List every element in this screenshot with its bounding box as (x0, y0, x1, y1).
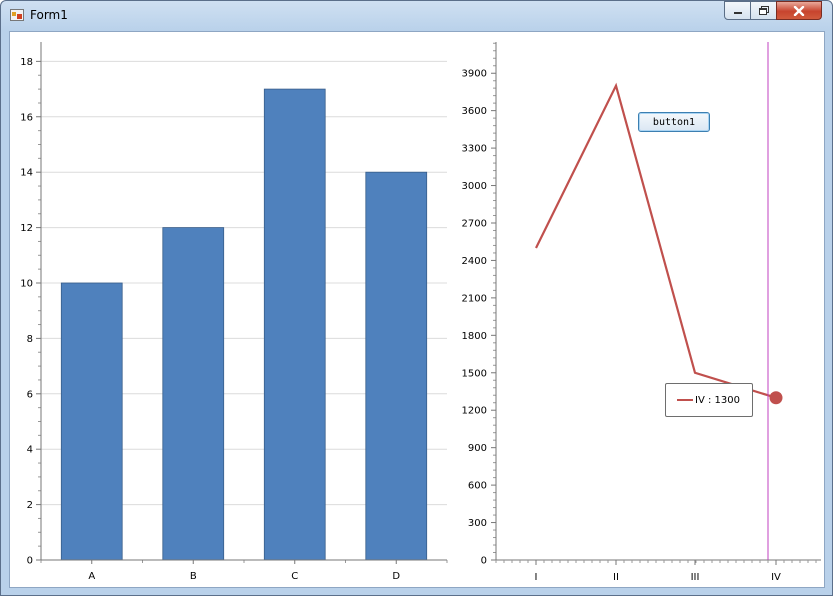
window-title: Form1 (30, 8, 68, 22)
y-tick-label: 2100 (462, 293, 487, 304)
y-tick-label: 2 (27, 500, 33, 511)
y-tick-label: 0 (27, 556, 33, 567)
x-tick-label: IV (771, 572, 781, 583)
x-tick-label: I (535, 572, 538, 583)
y-tick-label: 1500 (462, 368, 487, 379)
bar (162, 227, 225, 561)
x-tick-label: C (291, 571, 298, 582)
app-icon (10, 9, 24, 21)
y-tick-label: 10 (20, 278, 33, 289)
y-tick-label: 2400 (462, 256, 487, 267)
tooltip-series-swatch (677, 399, 693, 401)
x-tick-label: II (613, 572, 619, 583)
y-tick-label: 3300 (462, 144, 487, 155)
x-tick-label: B (190, 571, 197, 582)
maximize-button[interactable] (750, 1, 777, 20)
restore-icon (758, 6, 769, 15)
y-tick-label: 3600 (462, 106, 487, 117)
form1-window: Form1 0 2 4 6 8 10 12 14 16 18 A B C D 0 300 600 900 1200… (0, 0, 833, 596)
bar (263, 88, 326, 561)
series-line (535, 82, 777, 399)
y-tick-label: 300 (468, 518, 487, 529)
x-tick-label: III (691, 572, 700, 583)
minimize-button[interactable] (724, 1, 751, 20)
minimize-icon (733, 11, 742, 14)
y-tick-label: 600 (468, 481, 487, 492)
close-icon (793, 5, 805, 16)
x-tick-label: A (88, 571, 95, 582)
bar-chart: 0 2 4 6 8 10 12 14 16 18 A B C D (20, 42, 448, 582)
y-tick-label: 3000 (462, 181, 487, 192)
y-tick-label: 1200 (462, 406, 487, 417)
y-tick-label: 2700 (462, 218, 487, 229)
bar (60, 282, 123, 561)
y-tick-label: 3900 (462, 69, 487, 80)
y-tick-label: 14 (20, 168, 33, 179)
y-tick-label: 12 (20, 223, 33, 234)
x-tick-label: D (392, 571, 400, 582)
y-tick-label: 18 (20, 57, 33, 68)
bar (365, 171, 428, 561)
data-tooltip: IV : 1300 (665, 383, 753, 417)
y-tick-label: 16 (20, 112, 33, 123)
highlighted-point (769, 391, 783, 405)
title-bar[interactable]: Form1 (1, 1, 832, 29)
y-tick-label: 6 (27, 389, 33, 400)
tooltip-label: IV : 1300 (695, 394, 740, 406)
button1[interactable]: button1 (638, 112, 710, 132)
form-client-area: 0 2 4 6 8 10 12 14 16 18 A B C D 0 300 600 900 1200 1500 18… (9, 31, 825, 588)
y-tick-label: 1800 (462, 331, 487, 342)
y-tick-label: 8 (27, 334, 33, 345)
y-tick-label: 900 (468, 443, 487, 454)
y-tick-label: 4 (27, 445, 33, 456)
y-tick-label: 0 (481, 556, 487, 567)
close-button[interactable] (776, 1, 822, 20)
